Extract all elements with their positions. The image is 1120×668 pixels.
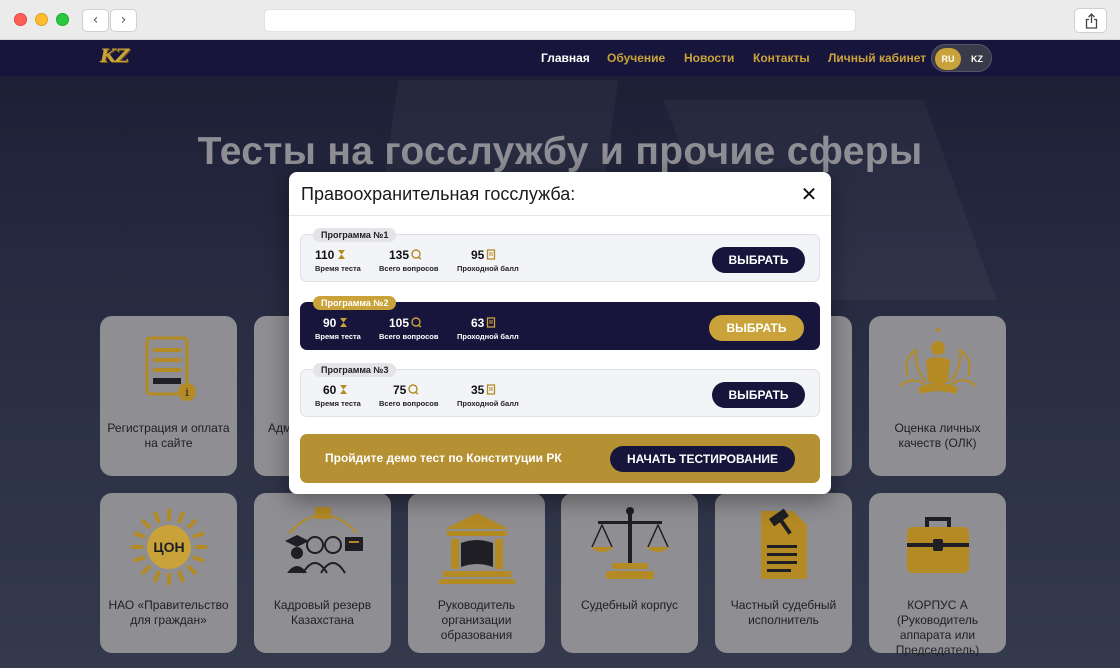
- nav-link-account[interactable]: Личный кабинет: [828, 51, 926, 65]
- hourglass-icon: [340, 385, 348, 394]
- program-tag: Программа №3: [313, 363, 397, 377]
- stat-value: 95: [471, 248, 485, 262]
- nav-link-news[interactable]: Новости: [684, 51, 734, 65]
- stat-label: Время теста: [315, 264, 361, 273]
- browser-window: ‹ › KZ Главная Обучение Новости Контакты…: [0, 0, 1120, 668]
- card-con[interactable]: ЦОН НАО «Правительство для граждан»: [100, 493, 237, 653]
- stat-questions: 135 Всего вопросов: [379, 248, 439, 273]
- gavel-document-icon: [715, 505, 852, 588]
- card-bailiff[interactable]: Частный судебный исполнитель: [715, 493, 852, 653]
- svg-text:i: i: [185, 386, 189, 399]
- card-corps-a[interactable]: КОРПУС А (Руководитель аппарата или Пред…: [869, 493, 1006, 657]
- card-personnel-reserve[interactable]: Кадровый резерв Казахстана: [254, 493, 391, 653]
- nav-link-home[interactable]: Главная: [541, 51, 590, 65]
- close-dialog-button[interactable]: ✕: [799, 184, 819, 204]
- share-button[interactable]: [1074, 8, 1107, 33]
- card-label: Кадровый резерв Казахстана: [273, 598, 372, 627]
- back-button[interactable]: ‹: [82, 9, 109, 32]
- stat-value: 60: [323, 383, 337, 397]
- stat-label: Время теста: [315, 399, 361, 408]
- site-header: KZ Главная Обучение Новости Контакты Лич…: [0, 40, 1120, 76]
- stat-label: Проходной балл: [457, 332, 519, 341]
- stat-time: 90 Время теста: [315, 316, 361, 341]
- card-education-head[interactable]: Руководитель организации образования: [408, 493, 545, 653]
- stat-pass-score: 63 Проходной балл: [457, 316, 519, 341]
- select-program-button[interactable]: ВЫБРАТЬ: [712, 247, 805, 273]
- program-card-1: Программа №1 110 Время теста 135 Всего в…: [300, 228, 820, 282]
- demo-test-banner: Пройдите демо тест по Конституции РК НАЧ…: [300, 434, 820, 483]
- document-pass-icon: [487, 317, 496, 328]
- lang-kz-button[interactable]: KZ: [964, 48, 990, 70]
- divider: [289, 215, 831, 216]
- close-window-button[interactable]: [14, 13, 27, 26]
- document-pass-icon: [487, 249, 496, 260]
- briefcase-icon: [869, 515, 1006, 580]
- nav-link-contacts[interactable]: Контакты: [753, 51, 810, 65]
- stat-value: 105: [389, 316, 410, 330]
- building-book-icon: [408, 507, 545, 590]
- stat-value: 35: [471, 383, 485, 397]
- stat-value: 63: [471, 316, 485, 330]
- nav-link-training[interactable]: Обучение: [607, 51, 665, 65]
- card-judicial[interactable]: Судебный корпус: [561, 493, 698, 653]
- stat-label: Проходной балл: [457, 399, 519, 408]
- stat-label: Всего вопросов: [379, 264, 439, 273]
- card-registration[interactable]: i Регистрация и оплата на сайте: [100, 316, 237, 476]
- stat-questions: 75 Всего вопросов: [379, 383, 439, 408]
- people-reserve-icon: [254, 503, 391, 580]
- con-sun-icon: ЦОН: [100, 507, 237, 590]
- card-label: Руководитель организации образования: [437, 598, 516, 642]
- start-testing-button[interactable]: НАЧАТЬ ТЕСТИРОВАНИЕ: [610, 446, 795, 472]
- language-switch: RU KZ: [931, 44, 992, 72]
- lang-ru-button[interactable]: RU: [935, 48, 961, 70]
- svg-text:ЦОН: ЦОН: [153, 539, 184, 555]
- address-bar[interactable]: [264, 9, 856, 32]
- forward-button[interactable]: ›: [110, 9, 137, 32]
- minimize-window-button[interactable]: [35, 13, 48, 26]
- stat-time: 60 Время теста: [315, 383, 361, 408]
- stat-label: Проходной балл: [457, 264, 519, 273]
- program-tag: Программа №1: [313, 228, 397, 242]
- document-pass-icon: [487, 384, 496, 395]
- card-label: НАО «Правительство для граждан»: [108, 598, 229, 627]
- card-label: Частный судебный исполнитель: [730, 598, 837, 627]
- hero-title: Тесты на госслужбу и прочие сферы: [197, 130, 923, 173]
- stat-label: Всего вопросов: [379, 332, 439, 341]
- card-label: Регистрация и оплата на сайте: [107, 421, 230, 450]
- stat-label: Время теста: [315, 332, 361, 341]
- zoom-window-button[interactable]: [56, 13, 69, 26]
- card-label: КОРПУС А (Руководитель аппарата или Пред…: [895, 598, 980, 657]
- stat-pass-score: 95 Проходной балл: [457, 248, 519, 273]
- questions-icon: [408, 384, 419, 395]
- card-label: Оценка личных качеств (ОЛК): [894, 421, 981, 450]
- dialog-title: Правоохранительная госслужба:: [301, 184, 576, 204]
- lotus-meditation-icon: [869, 326, 1006, 413]
- stat-value: 110: [315, 248, 335, 262]
- program-card-3: Программа №3 60 Время теста 75 Всего воп…: [300, 363, 820, 417]
- tablet-info-icon: i: [100, 334, 237, 407]
- demo-test-text: Пройдите демо тест по Конституции РК: [325, 451, 562, 465]
- hourglass-icon: [340, 318, 348, 327]
- browser-toolbar: ‹ ›: [0, 0, 1120, 40]
- hourglass-icon: [338, 250, 346, 259]
- stat-time: 110 Время теста: [315, 248, 361, 273]
- stat-value: 75: [393, 383, 407, 397]
- stat-label: Всего вопросов: [379, 399, 439, 408]
- share-icon: [1085, 13, 1098, 29]
- card-personal-qualities[interactable]: Оценка личных качеств (ОЛК): [869, 316, 1006, 476]
- select-program-button[interactable]: ВЫБРАТЬ: [709, 315, 804, 341]
- card-label: Судебный корпус: [580, 598, 679, 612]
- stat-value: 135: [389, 248, 410, 262]
- scales-icon: [561, 503, 698, 586]
- site-logo[interactable]: KZ: [100, 45, 136, 71]
- stat-questions: 105 Всего вопросов: [379, 316, 439, 341]
- stat-value: 90: [323, 316, 337, 330]
- program-card-2: Программа №2 90 Время теста 105 Всего во…: [300, 296, 820, 350]
- select-program-button[interactable]: ВЫБРАТЬ: [712, 382, 805, 408]
- questions-icon: [411, 317, 422, 328]
- program-tag: Программа №2: [313, 296, 397, 310]
- questions-icon: [411, 249, 422, 260]
- stat-pass-score: 35 Проходной балл: [457, 383, 519, 408]
- program-select-dialog: Правоохранительная госслужба: ✕ Программ…: [289, 172, 831, 494]
